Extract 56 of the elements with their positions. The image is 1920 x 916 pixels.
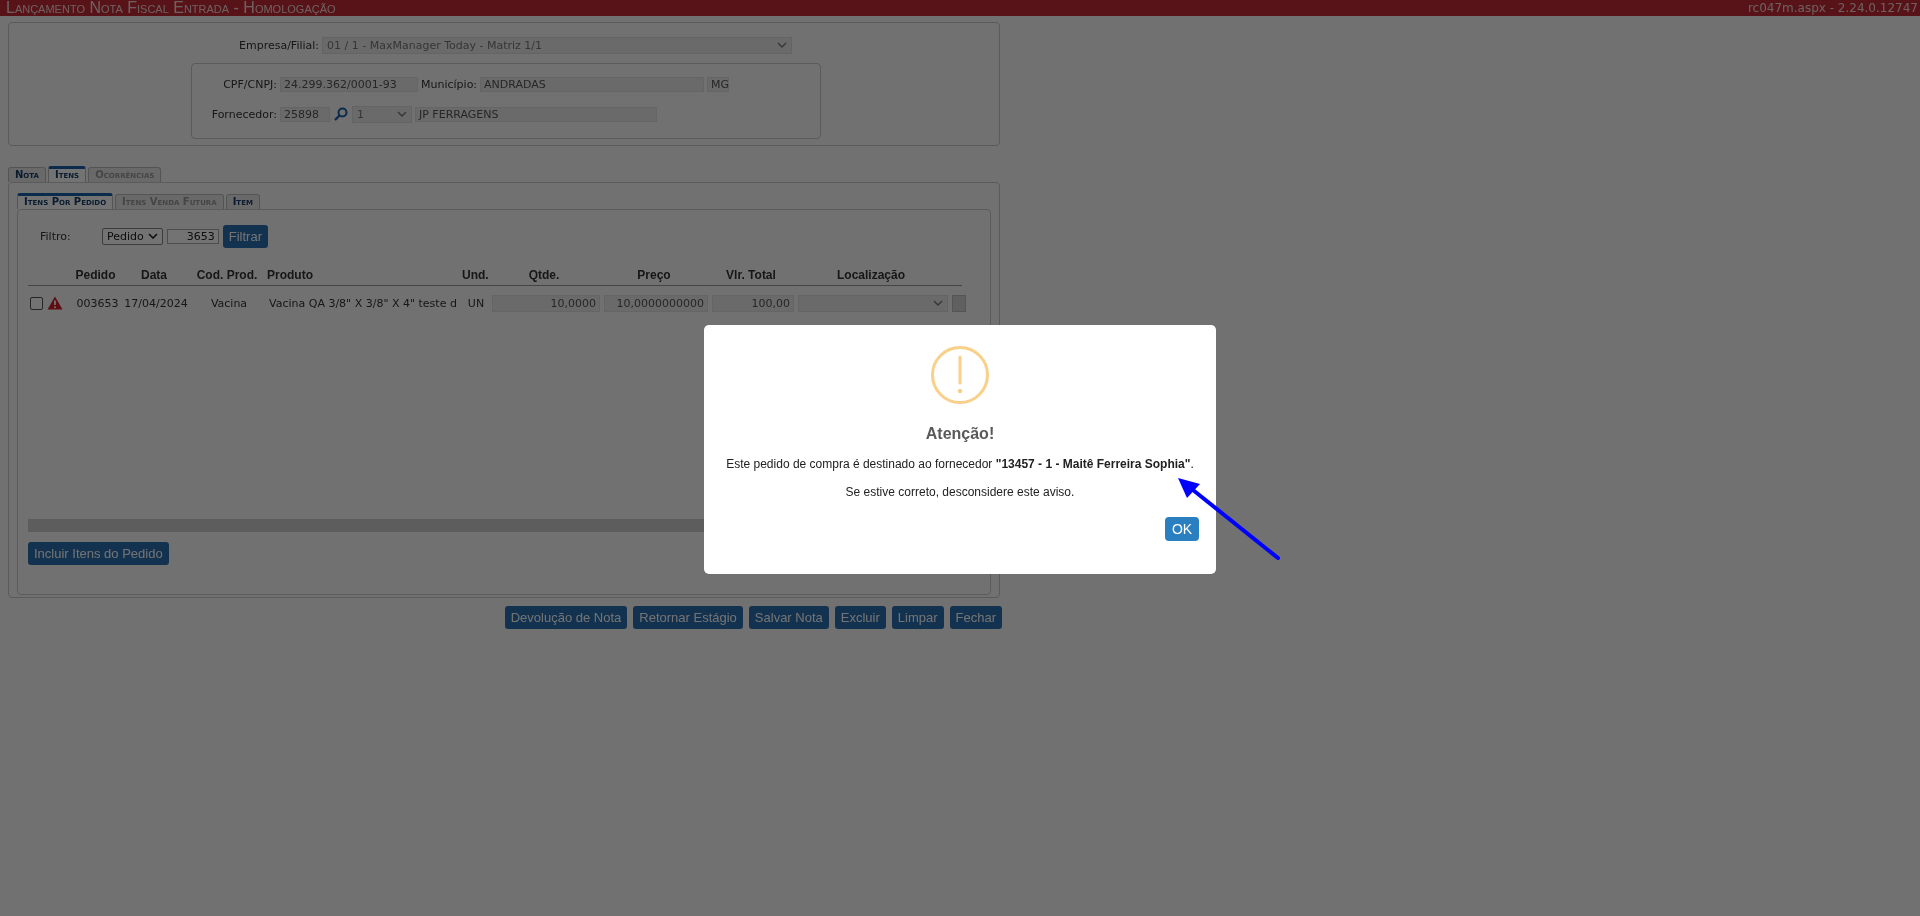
location-select[interactable] bbox=[798, 294, 948, 312]
action-button[interactable]: Excluir bbox=[834, 606, 886, 629]
search-icon[interactable] bbox=[334, 107, 348, 121]
column-header: Pedido bbox=[74, 267, 117, 282]
tab[interactable]: Itens Por Pedido bbox=[17, 193, 114, 209]
action-button[interactable]: Retornar Estágio bbox=[633, 606, 743, 629]
column-header: Localização bbox=[836, 267, 906, 282]
quantity-field[interactable]: 10,0000 bbox=[492, 294, 600, 312]
action-button[interactable]: Limpar bbox=[891, 606, 944, 629]
page-title: Lançamento Nota Fiscal Entrada - Homologação bbox=[6, 0, 336, 16]
column-header: Cod. Prod. bbox=[195, 267, 259, 282]
cpf-label: CPF/CNPJ: bbox=[222, 77, 277, 91]
table-cell-text: 003653 bbox=[75, 296, 120, 310]
city-field[interactable]: ANDRADAS bbox=[480, 76, 705, 92]
dialog-note: Se estive correto, desconsidere este aviso. bbox=[845, 485, 1075, 499]
filter-label: Filtro: bbox=[40, 229, 72, 243]
total-field[interactable]: 100,00 bbox=[712, 294, 794, 312]
supplier-name-field[interactable]: JP FERRAGENS bbox=[415, 106, 657, 122]
column-header: Data bbox=[140, 267, 168, 282]
table-cell-text: Vacina QA 3/8" X 3/8" X 4" teste d bbox=[268, 296, 458, 310]
column-header: Vlr. Total bbox=[725, 267, 777, 282]
version-label: rc047m.aspx - 2.24.0.12747 bbox=[1747, 1, 1918, 15]
dialog-title: Atenção! bbox=[925, 425, 995, 443]
exclamation-icon bbox=[930, 345, 990, 405]
filter-type-select[interactable]: Pedido bbox=[102, 227, 163, 245]
table-cell-text: UN bbox=[466, 296, 486, 310]
action-button[interactable]: Devolução de Nota bbox=[504, 606, 628, 629]
action-button[interactable]: Fechar bbox=[949, 606, 1002, 629]
dialog-message: Este pedido de compra é destinado ao fornecedor "13457 - 1 - Maitê Ferreira Sophia". bbox=[726, 457, 1194, 471]
caret-icon[interactable] bbox=[147, 233, 158, 239]
table-cell-text: Vacina bbox=[209, 296, 249, 310]
tab[interactable]: Nota bbox=[8, 167, 46, 182]
ok-button[interactable]: OK bbox=[1165, 517, 1199, 541]
supplier-label: Fornecedor: bbox=[210, 107, 277, 121]
extra-field[interactable] bbox=[952, 294, 966, 312]
caret-icon[interactable] bbox=[933, 300, 943, 306]
action-button[interactable]: Salvar Nota bbox=[748, 606, 829, 629]
column-header: Qtde. bbox=[527, 267, 561, 282]
filter-value-field[interactable]: 3653 bbox=[166, 228, 219, 244]
filter-button[interactable]: Filtrar bbox=[222, 224, 268, 248]
include-items-button[interactable]: Incluir Itens do Pedido bbox=[28, 542, 169, 565]
table-cell-text: 17/04/2024 bbox=[123, 296, 189, 310]
supplier-code-field[interactable]: 25898 bbox=[280, 106, 330, 122]
price-field[interactable]: 10,0000000000 bbox=[604, 294, 708, 312]
caret-icon[interactable] bbox=[777, 42, 788, 48]
caret-icon[interactable] bbox=[397, 111, 407, 117]
tab[interactable]: Itens bbox=[47, 166, 87, 182]
cpf-field[interactable]: 24.299.362/0001-93 bbox=[280, 76, 418, 92]
state-field[interactable]: MG bbox=[707, 76, 730, 92]
tab[interactable]: Item bbox=[225, 194, 260, 209]
column-header: Produto bbox=[266, 267, 314, 282]
column-header: Preço bbox=[636, 267, 672, 282]
company-label: Empresa/Filial: bbox=[239, 38, 320, 52]
row-checkbox[interactable] bbox=[30, 296, 43, 310]
city-label: Município: bbox=[421, 77, 478, 91]
column-header: Und. bbox=[461, 267, 488, 282]
